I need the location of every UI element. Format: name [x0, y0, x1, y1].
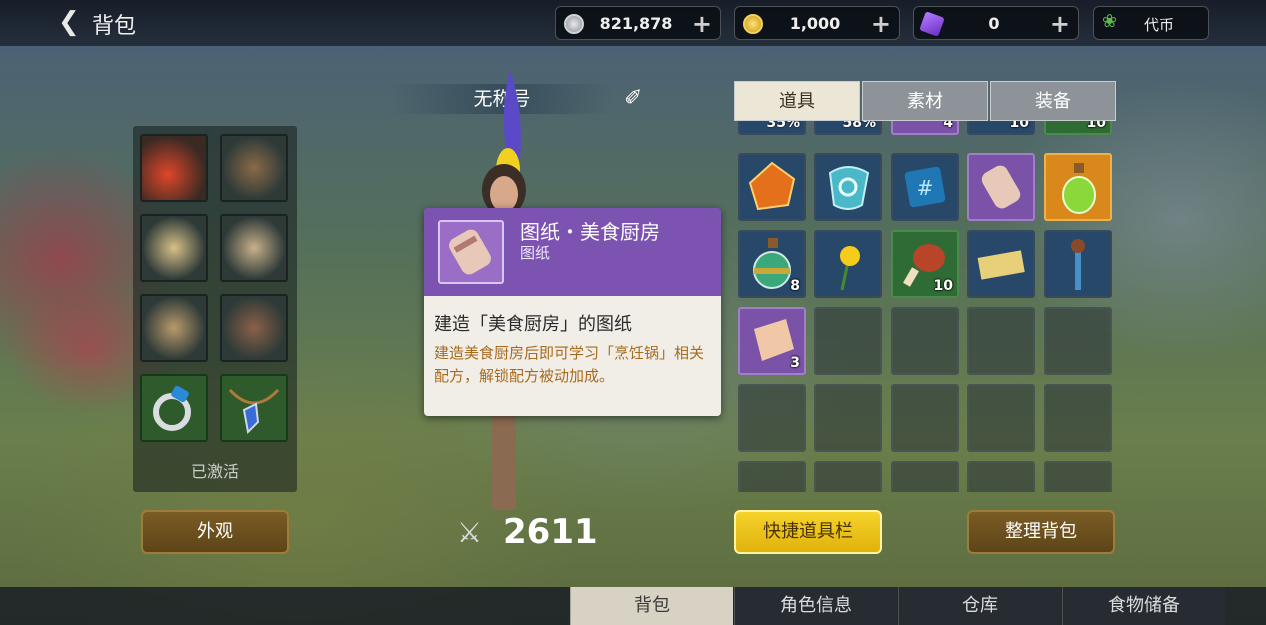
sprout-icon: ❀	[1102, 11, 1118, 32]
tooltip-item-name: 图纸・美食厨房	[520, 220, 660, 244]
tab-items[interactable]: 道具	[734, 81, 860, 121]
tab-warehouse[interactable]: 仓库	[898, 587, 1061, 625]
boots-icon[interactable]	[220, 294, 288, 362]
token-currency[interactable]: ❀ 代币	[1093, 6, 1209, 40]
power-value: 2611	[503, 512, 598, 552]
token-label: 代币	[1144, 16, 1175, 34]
empty-slot[interactable]	[967, 461, 1035, 492]
feather-headdress-icon[interactable]	[140, 134, 208, 202]
silver-currency: 821,878 +	[555, 6, 721, 40]
blue-rune-icon[interactable]: #	[891, 153, 959, 221]
tooltip-item-type: 图纸	[520, 244, 551, 262]
empty-slot[interactable]	[967, 384, 1035, 452]
inventory-slot[interactable]: 10	[967, 121, 1035, 135]
map-scroll-icon[interactable]	[967, 230, 1035, 298]
empty-slot[interactable]	[891, 307, 959, 375]
add-silver-button[interactable]: +	[692, 10, 712, 38]
rainbow-potion-icon[interactable]: 8	[738, 230, 806, 298]
tunic-icon[interactable]	[140, 214, 208, 282]
add-gem-button[interactable]: +	[1050, 10, 1070, 38]
yellow-flower-icon[interactable]	[814, 230, 882, 298]
gold-amount: 1,000	[789, 14, 841, 33]
scroll-icon[interactable]	[967, 153, 1035, 221]
fur-hood-icon[interactable]	[220, 134, 288, 202]
gem-currency: 0 +	[913, 6, 1079, 40]
silver-coin-icon	[564, 14, 584, 34]
tab-food-storage[interactable]: 食物储备	[1062, 587, 1225, 625]
gold-currency: 1,000 +	[734, 6, 900, 40]
tab-bag[interactable]: 背包	[570, 587, 733, 625]
amber-gem-icon[interactable]	[738, 153, 806, 221]
svg-text:#: #	[917, 176, 934, 200]
torch-icon[interactable]	[1044, 230, 1112, 298]
shortcut-bar-button[interactable]: 快捷道具栏	[734, 510, 882, 554]
tab-materials[interactable]: 素材	[862, 81, 988, 121]
scroll-icon	[438, 220, 504, 284]
tab-character-info[interactable]: 角色信息	[734, 587, 897, 625]
amulet-icon[interactable]	[220, 374, 288, 442]
inventory-slot[interactable]: 35%	[738, 121, 806, 135]
empty-slot[interactable]	[738, 384, 806, 452]
purple-gem-icon	[919, 11, 945, 37]
empty-slot[interactable]	[738, 461, 806, 492]
inventory-slot[interactable]: 58%	[814, 121, 882, 135]
empty-slot[interactable]	[1044, 461, 1112, 492]
empty-slot[interactable]	[1044, 307, 1112, 375]
tooltip-desc-title: 建造「美食厨房」的图纸	[434, 314, 632, 335]
sort-bag-button[interactable]: 整理背包	[967, 510, 1115, 554]
empty-slot[interactable]	[814, 307, 882, 375]
gem-amount: 0	[988, 14, 1000, 33]
crossed-swords-icon: ⚔	[457, 516, 483, 549]
silver-amount: 821,878	[599, 14, 673, 33]
pants-icon[interactable]	[140, 294, 208, 362]
meat-leg-icon[interactable]: 10	[891, 230, 959, 298]
tooltip-description: 建造美食厨房后即可学习「烹饪锅」相关配方，解锁配方被动加成。	[434, 344, 705, 385]
empty-slot[interactable]	[891, 384, 959, 452]
chevron-left-icon[interactable]: ❮	[58, 9, 80, 35]
inventory-slot[interactable]: 10	[1044, 121, 1112, 135]
bracer-icon[interactable]	[220, 214, 288, 282]
empty-slot[interactable]	[1044, 384, 1112, 452]
item-tooltip: 图纸・美食厨房 图纸 建造「美食厨房」的图纸 建造美食厨房后即可学习「烹饪锅」相…	[424, 208, 721, 416]
inventory-grid: 35% 58% 4 10 10 # 8 10 3	[734, 121, 1116, 492]
empty-slot[interactable]	[814, 461, 882, 492]
appearance-button[interactable]: 外观	[141, 510, 289, 554]
add-gold-button[interactable]: +	[871, 10, 891, 38]
ring-icon[interactable]	[140, 374, 208, 442]
tab-equipment[interactable]: 装备	[990, 81, 1116, 121]
page-title: 背包	[92, 14, 137, 39]
quill-icon[interactable]: ✐	[624, 86, 642, 111]
empty-slot[interactable]	[891, 461, 959, 492]
gold-coin-icon	[743, 14, 763, 34]
equipment-status: 已激活	[190, 462, 239, 481]
rune-stone-icon[interactable]	[814, 153, 882, 221]
inventory-slot[interactable]: 4	[891, 121, 959, 135]
empty-slot[interactable]	[967, 307, 1035, 375]
paper-icon[interactable]: 3	[738, 307, 806, 375]
empty-slot[interactable]	[814, 384, 882, 452]
green-potion-icon[interactable]	[1044, 153, 1112, 221]
